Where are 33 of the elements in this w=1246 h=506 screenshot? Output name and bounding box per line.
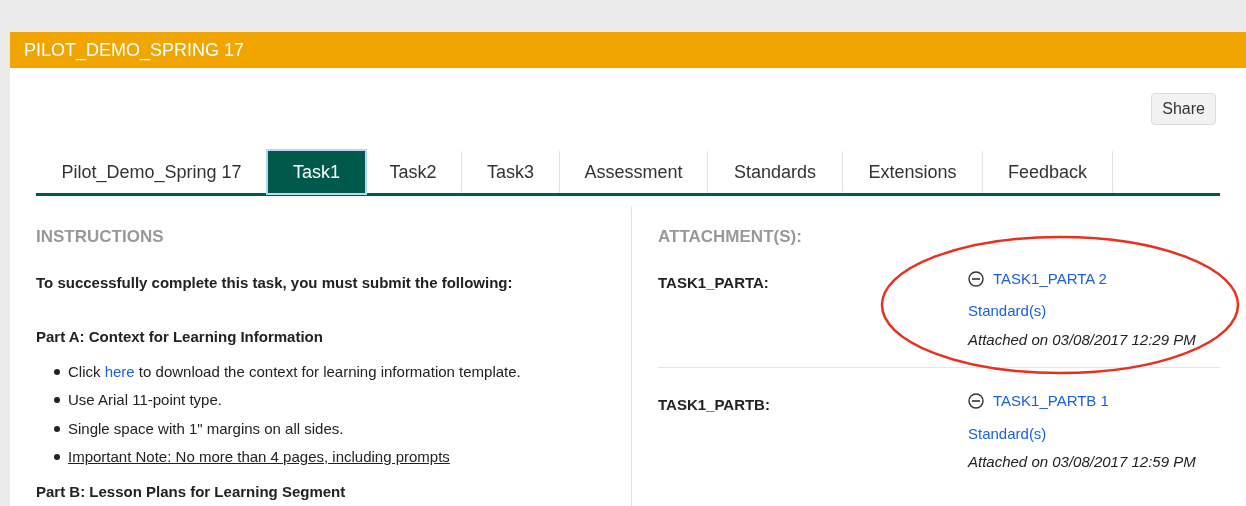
standards-link[interactable]: Standard(s): [968, 300, 1196, 323]
tab[interactable]: Standards: [708, 151, 843, 193]
bullet-text: Use Arial 11-point type.: [68, 390, 222, 410]
section-heading: ATTACHMENT(S):: [658, 226, 803, 248]
attachment-label: TASK1_PARTA:: [658, 272, 770, 293]
attachment-label: TASK1_PARTB:: [658, 395, 771, 415]
share-button[interactable]: Share: [1151, 93, 1216, 125]
tab[interactable]: Task2: [365, 151, 462, 193]
tab[interactable]: Feedback: [983, 151, 1113, 193]
bullet-icon: [54, 425, 60, 432]
bullet-text: Important Note: No more than 4 pages, including prompts: [68, 447, 450, 467]
file-link[interactable]: TASK1_PARTA 2: [993, 267, 1107, 290]
remove-icon[interactable]: [968, 270, 984, 287]
attached-date: Attached on 03/08/2017 12:59 PM: [968, 452, 1196, 472]
page-title: PILOT_DEMO_SPRING 17: [24, 38, 245, 63]
section-heading: INSTRUCTIONS: [36, 226, 165, 248]
bullet-text: Click here to download the context for learning information template.: [68, 361, 521, 382]
tab[interactable]: Assessment: [560, 151, 708, 193]
tab[interactable]: Extensions: [843, 151, 983, 193]
tab[interactable]: Task3: [462, 151, 560, 193]
remove-icon[interactable]: [968, 393, 984, 410]
attached-date: Attached on 03/08/2017 12:29 PM: [968, 329, 1196, 350]
tab[interactable]: Task1: [268, 151, 365, 193]
part-title: Part B: Lesson Plans for Learning Segment: [36, 481, 347, 502]
part-title: Part A: Context for Learning Information: [36, 327, 324, 347]
file-link[interactable]: TASK1_PARTB 1: [993, 390, 1109, 413]
standards-link[interactable]: Standard(s): [968, 422, 1196, 445]
bullet-text: Single space with 1" margins on all sides.: [68, 418, 344, 439]
download-link[interactable]: here: [104, 362, 135, 380]
intro-text: To successfully complete this task, you must submit the following:: [36, 272, 514, 293]
bullet-icon: [54, 397, 60, 404]
bullet-icon: [54, 368, 60, 375]
bullet-icon: [54, 454, 60, 461]
